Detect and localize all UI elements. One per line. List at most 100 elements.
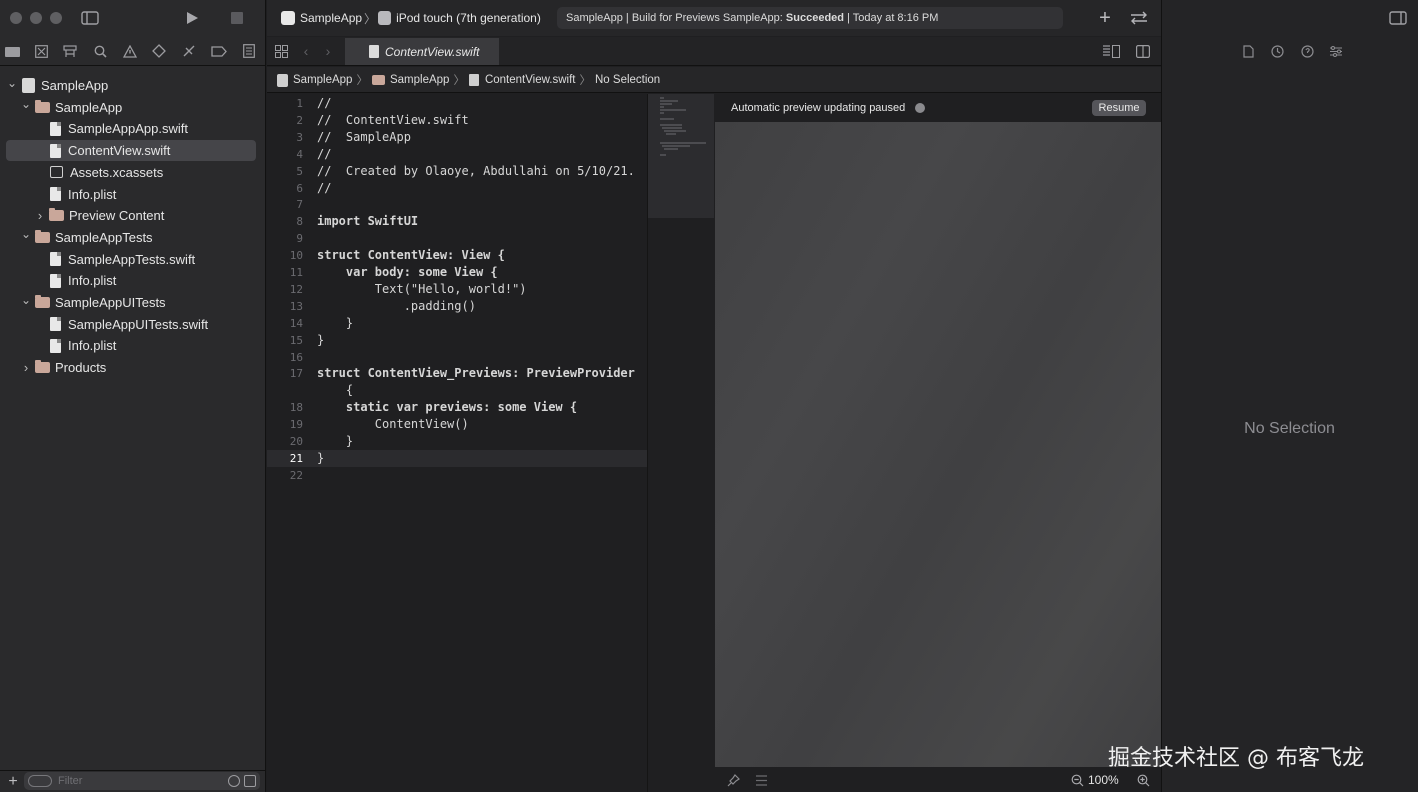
breadcrumb-symbol[interactable]: No Selection: [595, 74, 660, 86]
line-number[interactable]: 17: [267, 365, 303, 382]
navigator-item[interactable]: › Preview Content: [6, 205, 256, 226]
code-line[interactable]: 17 struct ContentView_Previews: PreviewPr…: [267, 365, 647, 382]
line-number[interactable]: 18: [267, 399, 303, 416]
sidebar-toggle-icon[interactable]: [80, 9, 100, 27]
zoom-out-icon[interactable]: [1069, 772, 1085, 788]
line-number[interactable]: 10: [267, 247, 303, 264]
source-control-filter-icon[interactable]: [244, 775, 256, 787]
history-inspector-icon[interactable]: [1269, 43, 1285, 59]
disclosure-open-icon[interactable]: ⌄: [6, 76, 18, 90]
navigator-item[interactable]: Info.plist: [6, 335, 256, 356]
navigator-item[interactable]: ⌄ SampleAppUITests: [6, 292, 256, 313]
line-number[interactable]: 6: [267, 180, 303, 197]
test-navigator-icon[interactable]: [151, 43, 167, 59]
related-items-icon[interactable]: [273, 43, 289, 59]
info-icon[interactable]: [915, 103, 926, 113]
disclosure-closed-icon[interactable]: ›: [20, 360, 32, 375]
code-line[interactable]: 14 }: [267, 315, 647, 332]
folder-navigator-icon[interactable]: [4, 43, 20, 59]
code-line[interactable]: {: [267, 382, 647, 399]
navigator-item[interactable]: ⌄ SampleApp: [6, 75, 256, 96]
line-number[interactable]: 16: [267, 349, 303, 366]
line-number[interactable]: 12: [267, 281, 303, 298]
code-line[interactable]: 8 import SwiftUI: [267, 213, 647, 230]
code-line[interactable]: 18 static var previews: some View {: [267, 399, 647, 416]
line-number[interactable]: 14: [267, 315, 303, 332]
minimap-visible-region[interactable]: [648, 94, 714, 218]
attributes-inspector-icon[interactable]: [1328, 43, 1344, 59]
run-icon[interactable]: [182, 9, 202, 27]
line-number[interactable]: 13: [267, 298, 303, 315]
breadcrumb-file[interactable]: ContentView.swift: [485, 74, 576, 86]
forward-chevron-icon[interactable]: ›: [321, 43, 335, 59]
filter-options-icon[interactable]: [28, 775, 52, 787]
code-line[interactable]: 12 Text("Hello, world!"): [267, 281, 647, 298]
zoom-in-icon[interactable]: [1135, 772, 1151, 788]
minimize-window-button[interactable]: [30, 12, 42, 24]
library-add-icon[interactable]: +: [1095, 7, 1115, 29]
line-number[interactable]: 1: [267, 95, 303, 112]
line-number[interactable]: 5: [267, 163, 303, 180]
line-number[interactable]: 4: [267, 146, 303, 163]
navigator-item[interactable]: SampleAppTests.swift: [6, 249, 256, 270]
navigator-item[interactable]: ⌄ SampleApp: [6, 97, 256, 118]
line-number[interactable]: 20: [267, 433, 303, 450]
line-number[interactable]: 19: [267, 416, 303, 433]
navigator-item[interactable]: SampleAppUITests.swift: [6, 314, 256, 335]
code-line[interactable]: 11 var body: some View {: [267, 264, 647, 281]
debug-navigator-icon[interactable]: [181, 43, 197, 59]
line-number[interactable]: 22: [267, 467, 303, 484]
code-line[interactable]: 16: [267, 349, 647, 366]
navigator-item[interactable]: Info.plist: [6, 270, 256, 291]
scheme-selector[interactable]: SampleApp 〉 iPod touch (7th generation): [281, 9, 541, 27]
code-line[interactable]: 5 // Created by Olaoye, Abdullahi on 5/10…: [267, 163, 647, 180]
list-icon[interactable]: [753, 772, 769, 788]
add-icon[interactable]: +: [5, 773, 21, 791]
disclosure-closed-icon[interactable]: ›: [34, 208, 46, 223]
symbol-navigator-icon[interactable]: [62, 43, 78, 59]
file-inspector-icon[interactable]: [1240, 43, 1256, 59]
code-line[interactable]: 22: [267, 467, 647, 484]
help-inspector-icon[interactable]: [1299, 43, 1315, 59]
code-line[interactable]: 1 //: [267, 95, 647, 112]
code-line[interactable]: 20 }: [267, 433, 647, 450]
code-line[interactable]: 10 struct ContentView: View {: [267, 247, 647, 264]
code-line[interactable]: 7: [267, 196, 647, 213]
navigator-item[interactable]: Info.plist: [6, 184, 256, 205]
disclosure-open-icon[interactable]: ⌄: [20, 227, 32, 241]
resume-button[interactable]: Resume: [1092, 100, 1146, 116]
line-number[interactable]: 15: [267, 332, 303, 349]
disclosure-open-icon[interactable]: ⌄: [20, 293, 32, 307]
code-line[interactable]: 9: [267, 230, 647, 247]
code-line[interactable]: 15}: [267, 332, 647, 349]
search-icon[interactable]: [92, 43, 108, 59]
preview-canvas[interactable]: [715, 122, 1161, 767]
code-line[interactable]: 6 //: [267, 180, 647, 197]
scheme-device-name[interactable]: iPod touch (7th generation): [396, 11, 541, 25]
navigator-item[interactable]: ContentView.swift: [6, 140, 256, 162]
line-number[interactable]: 3: [267, 129, 303, 146]
code-line[interactable]: 2 // ContentView.swift: [267, 112, 647, 129]
code-line[interactable]: 13 .padding(): [267, 298, 647, 315]
split-editor-icon[interactable]: [1135, 43, 1151, 59]
breakpoint-navigator-icon[interactable]: [210, 43, 228, 59]
source-editor[interactable]: 1 // 2 // ContentView.swift 3 // SampleApp 4 //…: [267, 94, 647, 792]
code-line[interactable]: 19 ContentView(): [267, 416, 647, 433]
pin-icon[interactable]: [725, 772, 741, 788]
code-line[interactable]: 21}: [267, 449, 647, 467]
swap-arrows-icon[interactable]: [1128, 9, 1150, 27]
inspector-toggle-icon[interactable]: [1388, 9, 1408, 27]
scheme-project-name[interactable]: SampleApp: [300, 11, 362, 25]
back-chevron-icon[interactable]: ‹: [299, 43, 313, 59]
line-number[interactable]: 11: [267, 264, 303, 281]
code-line[interactable]: 3 // SampleApp: [267, 129, 647, 146]
stop-icon[interactable]: [229, 10, 245, 26]
navigator-item[interactable]: Assets.xcassets: [6, 162, 256, 183]
line-number[interactable]: 8: [267, 213, 303, 230]
line-number[interactable]: 9: [267, 230, 303, 247]
line-number[interactable]: 2: [267, 112, 303, 129]
tab-content-view-swift[interactable]: ContentView.swift: [345, 38, 499, 65]
report-navigator-icon[interactable]: [241, 43, 257, 59]
line-number[interactable]: 7: [267, 196, 303, 213]
disclosure-open-icon[interactable]: ⌄: [20, 97, 32, 111]
